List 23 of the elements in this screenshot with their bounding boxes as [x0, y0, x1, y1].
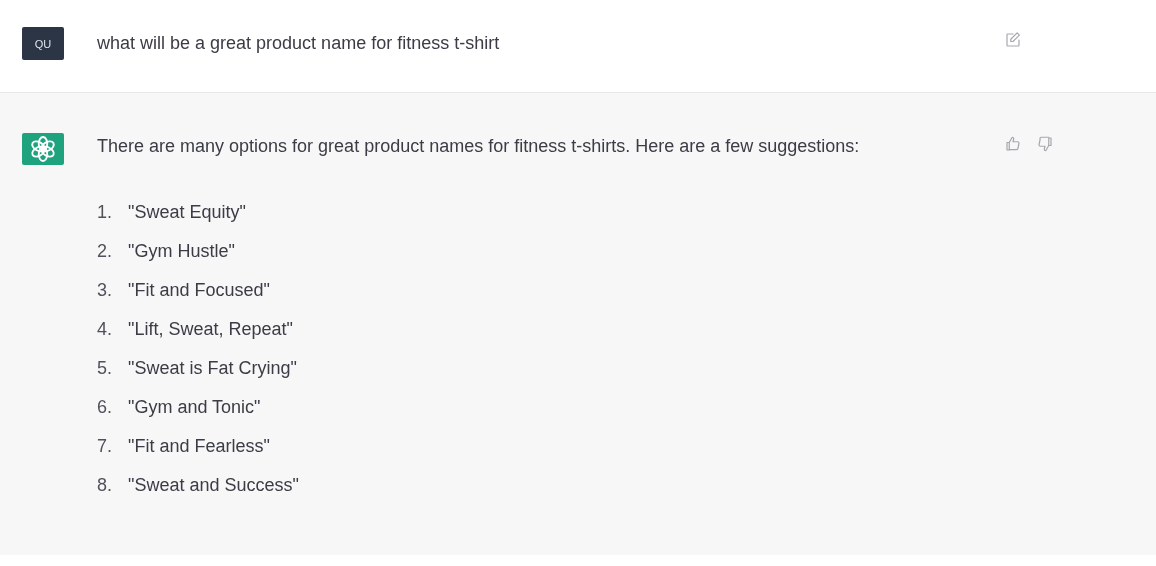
thumbs-down-icon[interactable] [1036, 135, 1054, 153]
list-item-text: "Sweat and Success" [128, 474, 299, 497]
list-item-text: "Lift, Sweat, Repeat" [128, 318, 293, 341]
list-number: 7. [97, 435, 113, 458]
list-number: 8. [97, 474, 113, 497]
list-item-text: "Gym and Tonic" [128, 396, 261, 419]
list-item-text: "Sweat Equity" [128, 201, 246, 224]
list-item-text: "Sweat is Fat Crying" [128, 357, 297, 380]
list-number: 6. [97, 396, 113, 419]
thumbs-up-icon[interactable] [1004, 135, 1022, 153]
assistant-logo-icon [22, 133, 64, 165]
message-text: There are many options for great product names for fitness t-shirts. Here are a few suggestions: [97, 135, 861, 158]
list-number: 5. [97, 357, 113, 380]
edit-icon[interactable] [1004, 31, 1022, 49]
user-avatar: QU [22, 27, 64, 60]
list-number: 1. [97, 201, 113, 224]
list-number: 4. [97, 318, 113, 341]
list-item-text: "Fit and Focused" [128, 279, 270, 302]
list-item-text: "Gym Hustle" [128, 240, 235, 263]
list-number: 2. [97, 240, 113, 263]
list-item-text: "Fit and Fearless" [128, 435, 270, 458]
list-number: 3. [97, 279, 113, 302]
message-text: what will be a great product name for fitness t-shirt [97, 32, 501, 55]
